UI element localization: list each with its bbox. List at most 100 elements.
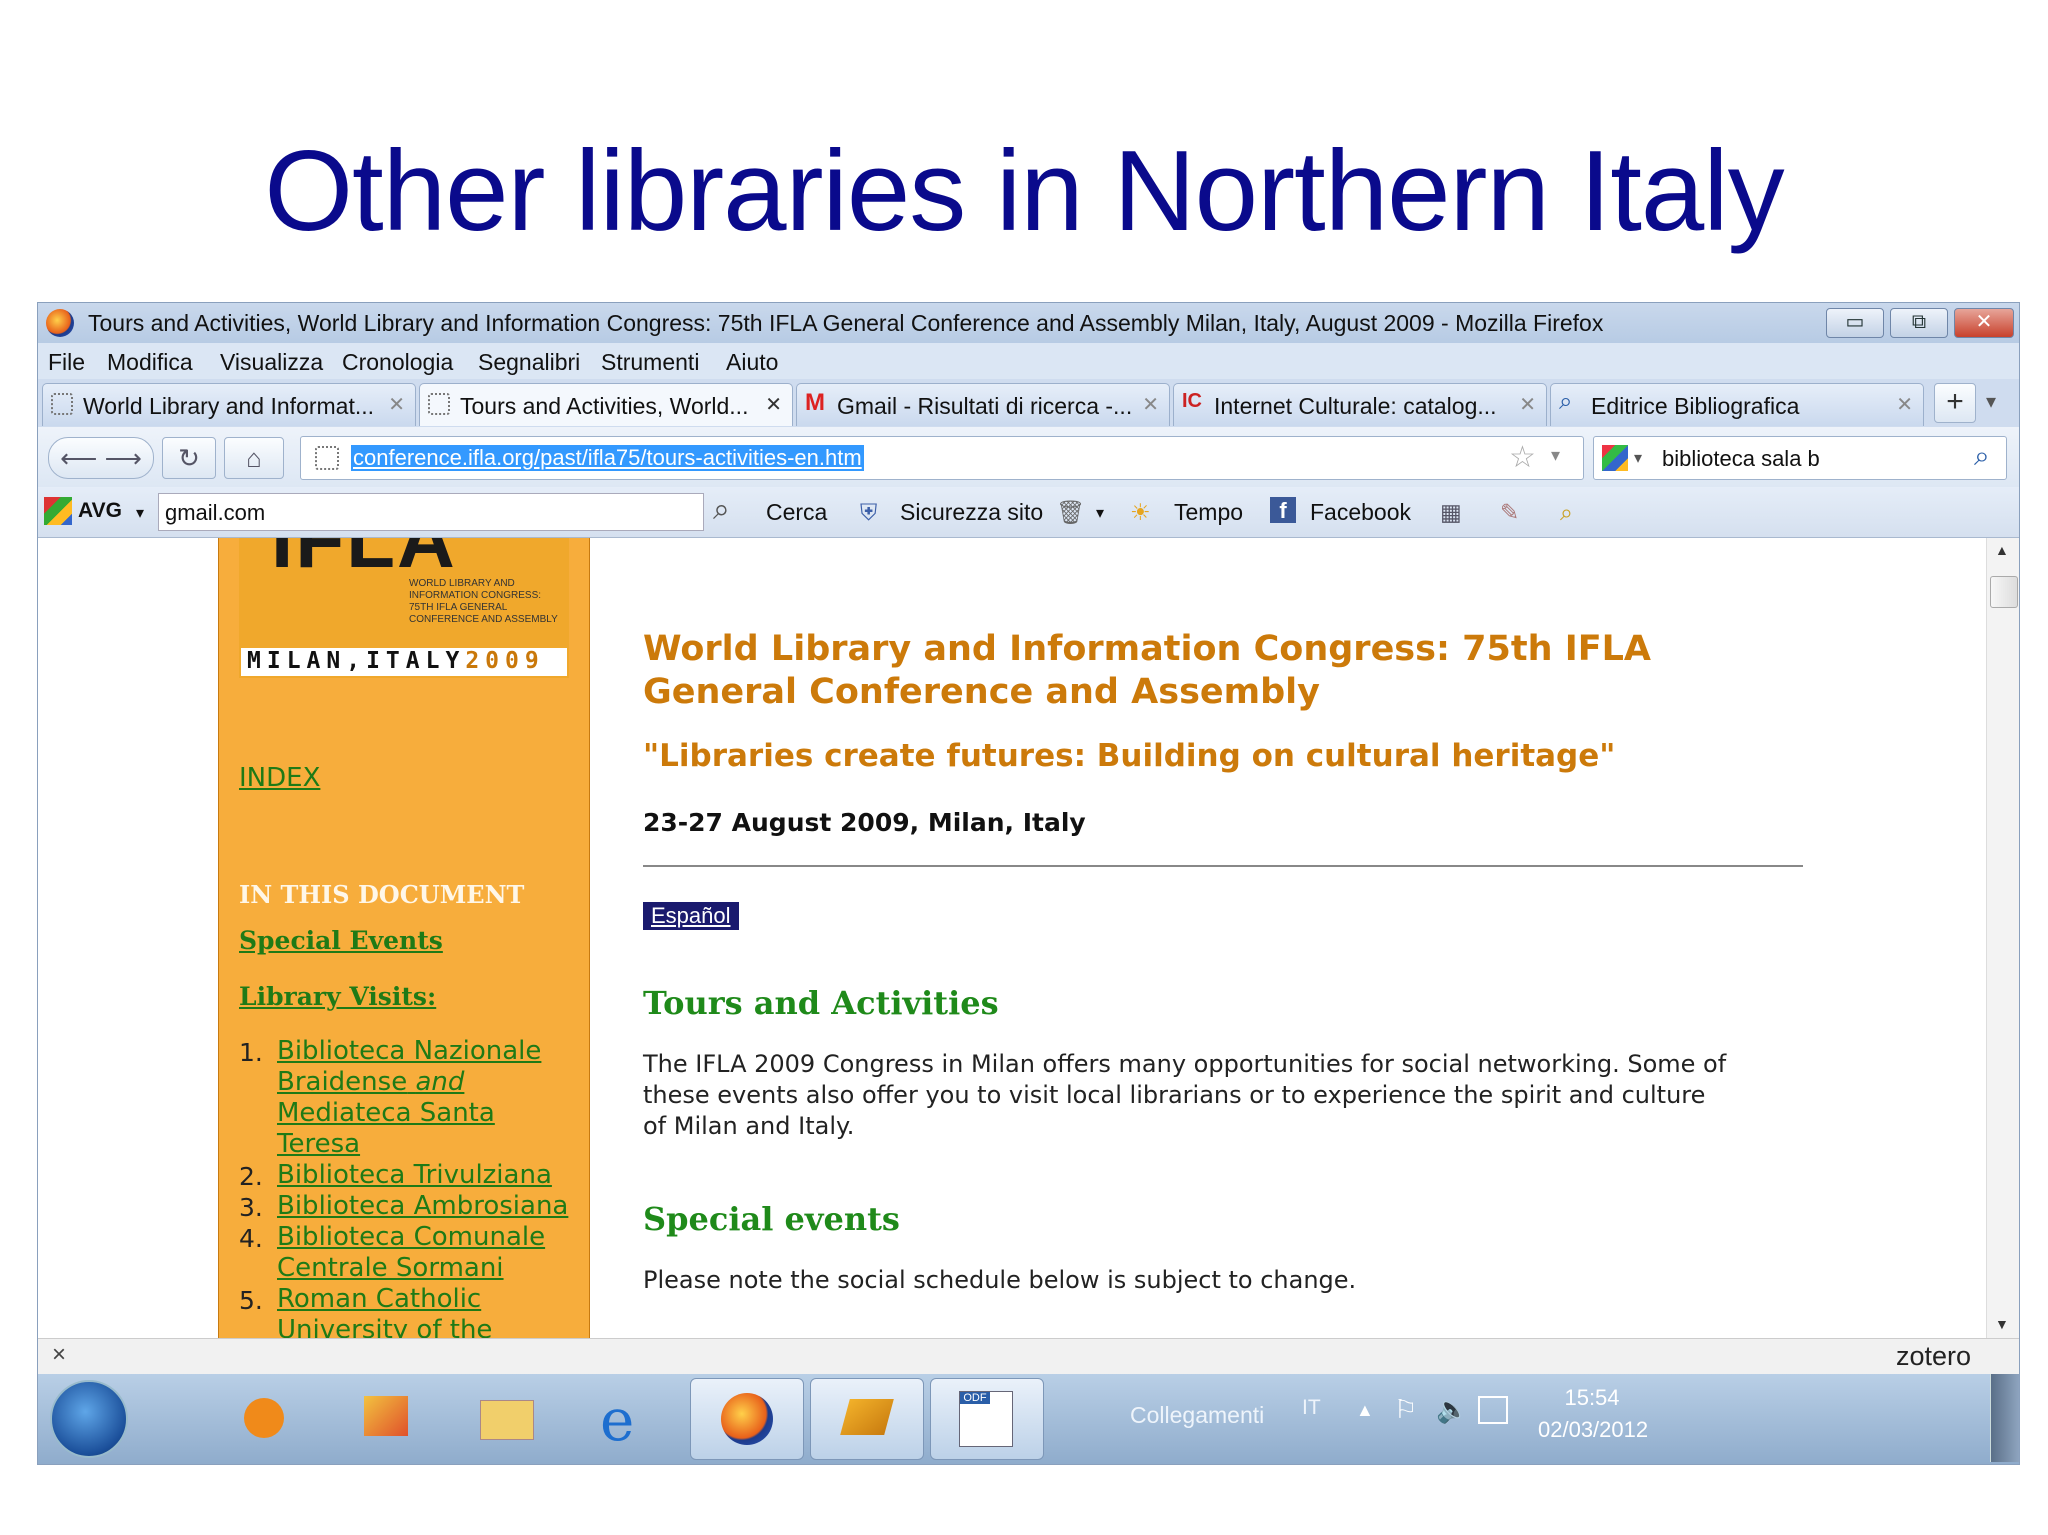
close-findbar-icon[interactable]: × bbox=[52, 1341, 66, 1369]
back-arrow-icon[interactable]: ⟵ bbox=[60, 443, 97, 473]
avg-brand[interactable]: AVG bbox=[78, 499, 122, 523]
system-clock[interactable]: 15:54 02/03/2012 bbox=[1538, 1382, 1649, 1446]
window-title: Tours and Activities, World Library and … bbox=[88, 310, 1604, 336]
show-desktop-button[interactable] bbox=[1990, 1374, 2019, 1462]
odf-document-taskbar-button[interactable]: ODF bbox=[930, 1378, 1044, 1460]
menu-aiuto[interactable]: Aiuto bbox=[726, 349, 778, 376]
network-icon[interactable] bbox=[1478, 1396, 1508, 1424]
chevron-down-icon[interactable]: ▾ bbox=[1634, 448, 1642, 468]
menu-modifica[interactable]: Modifica bbox=[107, 349, 193, 376]
close-tab-icon[interactable]: ✕ bbox=[388, 392, 405, 417]
new-tab-button[interactable]: + bbox=[1934, 383, 1976, 423]
start-button-icon[interactable] bbox=[50, 1380, 128, 1458]
menu-strumenti[interactable]: Strumenti bbox=[601, 349, 699, 376]
close-tab-icon[interactable]: ✕ bbox=[1519, 392, 1536, 417]
sidebar: IFLA WORLD LIBRARY AND INFORMATION CONGR… bbox=[218, 538, 590, 1338]
search-engine-icon[interactable] bbox=[1602, 445, 1628, 471]
visit-link-mediateca[interactable]: Mediateca Santa bbox=[277, 1098, 495, 1128]
bookmark-star-icon[interactable]: ☆ bbox=[1509, 440, 1536, 475]
tab-world-library[interactable]: World Library and Informat... ✕ bbox=[42, 383, 416, 426]
visit-link-trivulziana[interactable]: Biblioteca Trivulziana bbox=[277, 1160, 552, 1190]
shield-icon: ⛨ bbox=[860, 499, 878, 525]
sidebar-special-events-link[interactable]: Special Events bbox=[239, 926, 443, 955]
url-text[interactable]: conference.ifla.org/past/ifla75/tours-ac… bbox=[351, 445, 864, 471]
search-input[interactable]: biblioteca sala b bbox=[1662, 446, 1820, 472]
trash-icon[interactable]: 🗑 bbox=[1056, 499, 1085, 526]
menu-segnalibri[interactable]: Segnalibri bbox=[478, 349, 580, 376]
sidebar-index-link[interactable]: INDEX bbox=[239, 763, 320, 793]
minimize-button[interactable]: ▭ bbox=[1826, 308, 1884, 338]
visit-link-sormani[interactable]: Biblioteca Comunale bbox=[277, 1222, 545, 1252]
tab-label: Tours and Activities, World... bbox=[460, 393, 749, 419]
vertical-scrollbar[interactable]: ▲ ▼ bbox=[1986, 538, 2019, 1338]
site-security-button[interactable]: Sicurezza sito bbox=[900, 499, 1043, 526]
search-icon[interactable]: ⌕ bbox=[713, 493, 730, 527]
search-icon[interactable]: ⌕ bbox=[1974, 440, 1990, 473]
visit-link-ambrosiana[interactable]: Biblioteca Ambrosiana bbox=[277, 1191, 568, 1221]
zotero-button[interactable]: zotero bbox=[1896, 1341, 1971, 1372]
search-folder-icon[interactable]: ⌕ bbox=[1560, 499, 1573, 526]
sidebar-library-visits-link[interactable]: Library Visits: bbox=[239, 982, 436, 1011]
visit-link-catholic-university[interactable]: University of the bbox=[277, 1315, 492, 1338]
tab-gmail[interactable]: M Gmail - Risultati di ricerca -... ✕ bbox=[796, 383, 1170, 426]
file-explorer-icon[interactable] bbox=[450, 1378, 562, 1458]
search-bar[interactable]: ▾ biblioteca sala b ⌕ bbox=[1593, 436, 2007, 480]
firefox-window: Tours and Activities, World Library and … bbox=[37, 302, 2020, 1465]
slide-title: Other libraries in Northern Italy bbox=[264, 128, 1784, 255]
clock-date: 02/03/2012 bbox=[1538, 1417, 1649, 1442]
tab-internet-culturale[interactable]: IC Internet Culturale: catalog... ✕ bbox=[1173, 383, 1547, 426]
tab-bar: World Library and Informat... ✕ Tours an… bbox=[38, 379, 2019, 427]
language-indicator[interactable]: IT bbox=[1302, 1396, 1321, 1420]
action-center-flag-icon[interactable]: ⚐ bbox=[1394, 1394, 1417, 1425]
internet-explorer-icon[interactable]: e bbox=[570, 1378, 682, 1458]
visit-link-mediateca[interactable]: Teresa bbox=[277, 1129, 360, 1159]
visit-link-sormani[interactable]: Centrale Sormani bbox=[277, 1253, 504, 1283]
tab-list-button[interactable]: ▾ bbox=[1986, 389, 1996, 414]
visit-link-braidense[interactable]: Biblioteca Nazionale bbox=[277, 1036, 541, 1066]
app-taskbar-button[interactable] bbox=[810, 1378, 924, 1460]
divider bbox=[643, 865, 1803, 867]
tab-editrice-bibliografica[interactable]: ⌕ Editrice Bibliografica ✕ bbox=[1550, 383, 1924, 426]
close-tab-icon[interactable]: ✕ bbox=[1896, 392, 1913, 417]
links-toolbar-label[interactable]: Collegamenti bbox=[1130, 1402, 1264, 1429]
tab-label: Editrice Bibliografica bbox=[1591, 393, 1800, 419]
tab-tours-activities[interactable]: Tours and Activities, World... ✕ bbox=[419, 383, 793, 426]
visit-link-catholic-university[interactable]: Roman Catholic bbox=[277, 1284, 481, 1314]
language-link-espanol[interactable]: Español bbox=[643, 902, 739, 930]
scroll-down-icon[interactable]: ▼ bbox=[1995, 1316, 2009, 1332]
url-bar[interactable]: conference.ifla.org/past/ifla75/tours-ac… bbox=[300, 436, 1584, 480]
scroll-up-icon[interactable]: ▲ bbox=[1995, 542, 2009, 558]
menu-visualizza[interactable]: Visualizza bbox=[220, 349, 323, 376]
menu-file[interactable]: File bbox=[48, 349, 85, 376]
notepad-icon[interactable]: ✎ bbox=[1500, 499, 1519, 526]
close-tab-icon[interactable]: ✕ bbox=[1142, 392, 1159, 417]
chevron-down-icon[interactable]: ▾ bbox=[136, 503, 144, 523]
volume-icon[interactable]: 🔈 bbox=[1436, 1394, 1468, 1425]
history-dropdown-icon[interactable]: ▾ bbox=[1551, 445, 1560, 466]
back-forward-button[interactable]: ⟵ ⟶ bbox=[48, 437, 154, 479]
page-icon bbox=[315, 446, 339, 470]
avg-search-button[interactable]: Cerca bbox=[766, 499, 827, 526]
facebook-button[interactable]: Facebook bbox=[1310, 499, 1411, 526]
weather-button[interactable]: Tempo bbox=[1174, 499, 1243, 526]
visit-link-braidense[interactable]: Braidense and bbox=[277, 1067, 464, 1097]
avg-search-input[interactable]: gmail.com bbox=[158, 493, 704, 531]
close-tab-icon[interactable]: ✕ bbox=[765, 392, 782, 417]
scrollbar-thumb[interactable] bbox=[1990, 576, 2018, 608]
close-window-button[interactable]: ✕ bbox=[1954, 308, 2014, 338]
menu-cronologia[interactable]: Cronologia bbox=[342, 349, 453, 376]
avg-search-value[interactable]: gmail.com bbox=[165, 500, 265, 526]
restore-button[interactable]: ⧉ bbox=[1890, 308, 1948, 338]
media-player-icon[interactable] bbox=[210, 1378, 322, 1458]
firefox-taskbar-button[interactable] bbox=[690, 1378, 804, 1460]
list-number: 3. bbox=[239, 1193, 263, 1222]
windows-taskbar: e ODF Collegamenti IT ▲ ⚐ 🔈 15:54 02/03/… bbox=[38, 1374, 2019, 1464]
chevron-down-icon[interactable]: ▾ bbox=[1096, 503, 1104, 523]
special-events-heading: Special events bbox=[643, 1200, 900, 1238]
home-icon[interactable]: ⌂ bbox=[224, 437, 284, 479]
show-hidden-icons-icon[interactable]: ▲ bbox=[1356, 1400, 1374, 1421]
reload-icon[interactable]: ↻ bbox=[162, 437, 216, 479]
forward-arrow-icon[interactable]: ⟶ bbox=[105, 443, 142, 473]
photo-gallery-icon[interactable] bbox=[330, 1378, 442, 1458]
calculator-icon[interactable]: ▦ bbox=[1440, 499, 1462, 526]
